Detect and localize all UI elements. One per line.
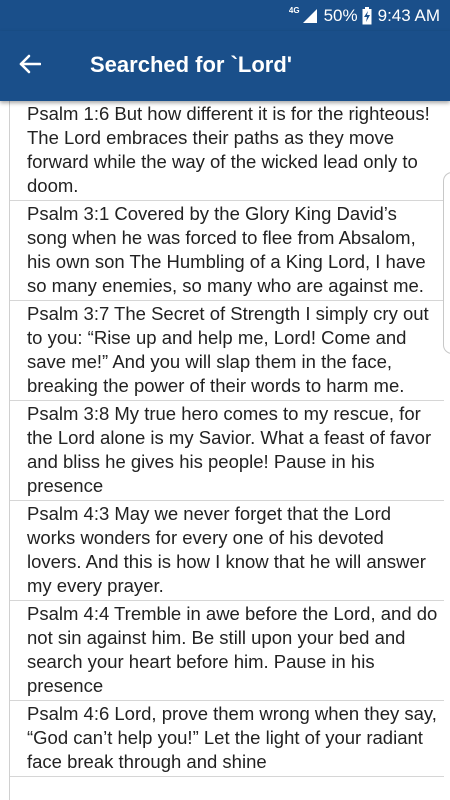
network-type: 4G: [288, 5, 300, 15]
scrollbar-thumb[interactable]: [443, 172, 450, 354]
result-item[interactable]: Psalm 4:6 Lord, prove them wrong when th…: [10, 701, 444, 777]
search-results-list[interactable]: Psalm 1:6 But how different it is for th…: [9, 101, 444, 800]
arrow-left-icon: [19, 53, 42, 80]
back-button[interactable]: [10, 46, 50, 86]
page-title: Searched for `Lord': [90, 52, 293, 77]
battery-charging-icon: [362, 7, 372, 25]
status-bar: 4G 50% 9:43 AM: [0, 0, 450, 31]
app-bar: Searched for `Lord': [0, 31, 450, 101]
result-item[interactable]: Psalm 4:3 May we never forget that the L…: [10, 501, 444, 601]
result-item[interactable]: Psalm 3:7 The Secret of Strength I simpl…: [10, 301, 444, 401]
result-item[interactable]: Psalm 3:1 Covered by the Glory King Davi…: [10, 201, 444, 301]
result-item[interactable]: Psalm 1:6 But how different it is for th…: [10, 101, 444, 201]
result-item[interactable]: Psalm 4:4 Tremble in awe before the Lord…: [10, 601, 444, 701]
cell-signal-icon: [302, 8, 318, 24]
status-time: 9:43 AM: [377, 6, 440, 25]
battery-percentage: 50%: [323, 6, 358, 25]
status-icons: 4G 50% 9:43 AM: [289, 4, 440, 28]
result-item[interactable]: Psalm 3:8 My true hero comes to my rescu…: [10, 401, 444, 501]
